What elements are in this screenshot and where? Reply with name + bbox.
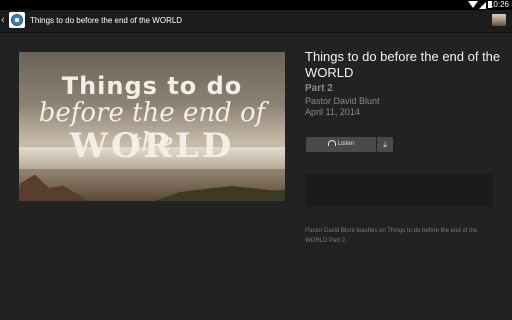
status-bar: 10:26 bbox=[0, 0, 512, 10]
listen-button[interactable]: Listen bbox=[306, 137, 376, 152]
episode-description: Pastor David Blunt teaches on Things to … bbox=[305, 228, 478, 244]
download-icon: ⤓ bbox=[383, 140, 387, 149]
episode-date: April 11, 2014 bbox=[305, 107, 360, 117]
clock: 10:26 bbox=[488, 0, 509, 9]
episode-info: Things to do before the end of the WORLD… bbox=[305, 49, 505, 117]
media-player-area bbox=[305, 174, 493, 207]
action-bar-title: Things to do before the end of the WORLD bbox=[30, 16, 183, 25]
episode-title: Things to do before the end of the WORLD bbox=[305, 49, 501, 80]
artwork-line-3: WORLD bbox=[69, 126, 235, 166]
back-icon[interactable]: ‹ bbox=[1, 14, 5, 26]
signal-icon bbox=[479, 2, 486, 9]
download-button[interactable]: ⤓ bbox=[377, 137, 393, 152]
artwork-line-1: Things to do bbox=[61, 72, 243, 100]
mountain-left bbox=[19, 174, 106, 201]
sermon-thumbnail[interactable] bbox=[492, 14, 506, 26]
listen-label: Listen bbox=[337, 141, 354, 147]
headphones-icon bbox=[327, 140, 336, 147]
episode-speaker: Pastor David Blunt bbox=[305, 96, 380, 106]
episode-part: Part 2 bbox=[305, 83, 333, 94]
action-bar: ‹ Things to do before the end of the WOR… bbox=[0, 10, 512, 33]
wifi-icon bbox=[468, 1, 478, 8]
sermon-artwork: Things to do before the end of the WORLD bbox=[19, 52, 285, 201]
app-logo[interactable] bbox=[9, 12, 25, 28]
logo-mark bbox=[11, 14, 23, 26]
mountain-right bbox=[129, 186, 285, 201]
